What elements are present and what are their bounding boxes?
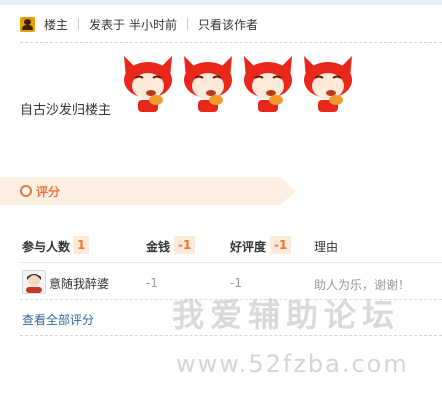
row-money: -1 <box>146 276 158 290</box>
reply-text: 自古沙发归楼主 <box>20 103 112 118</box>
participants-count: 1 <box>73 236 90 254</box>
favor-total: -1 <box>270 236 292 254</box>
avatar[interactable] <box>22 270 46 294</box>
divider <box>20 42 442 43</box>
separator <box>78 18 80 30</box>
fox-emoticon-icon <box>244 56 292 112</box>
row-favor: -1 <box>230 276 242 290</box>
money-label: 金钱 <box>146 240 171 254</box>
posted-time: 半小时前 <box>129 17 178 32</box>
fox-emoticon-icon <box>184 56 232 112</box>
reason-label: 理由 <box>314 240 339 254</box>
posted-prefix: 发表于 <box>89 17 126 32</box>
favor-label: 好评度 <box>230 240 267 254</box>
rating-circle-icon <box>20 185 32 197</box>
top-border <box>0 0 442 5</box>
rating-title: 评分 <box>36 185 61 199</box>
fox-emoticon-icon <box>124 56 172 112</box>
fox-emoticon-icon <box>304 56 352 112</box>
view-all-ratings-link[interactable]: 查看全部评分 <box>22 311 94 328</box>
author-label: 楼主 <box>44 17 69 32</box>
watermark-title: 我爱辅助论坛 <box>172 296 401 334</box>
separator <box>187 18 189 30</box>
rater-username[interactable]: 意随我醉婆 <box>49 275 109 292</box>
divider <box>20 262 442 263</box>
watermark-url: www.52fzba.com <box>176 350 409 378</box>
post-meta: 楼主 发表于 半小时前 只看该作者 <box>20 14 258 34</box>
money-total: -1 <box>174 236 196 254</box>
only-author-link[interactable]: 只看该作者 <box>198 16 258 33</box>
poster-icon <box>20 16 35 32</box>
participants-label: 参与人数 <box>22 240 71 254</box>
